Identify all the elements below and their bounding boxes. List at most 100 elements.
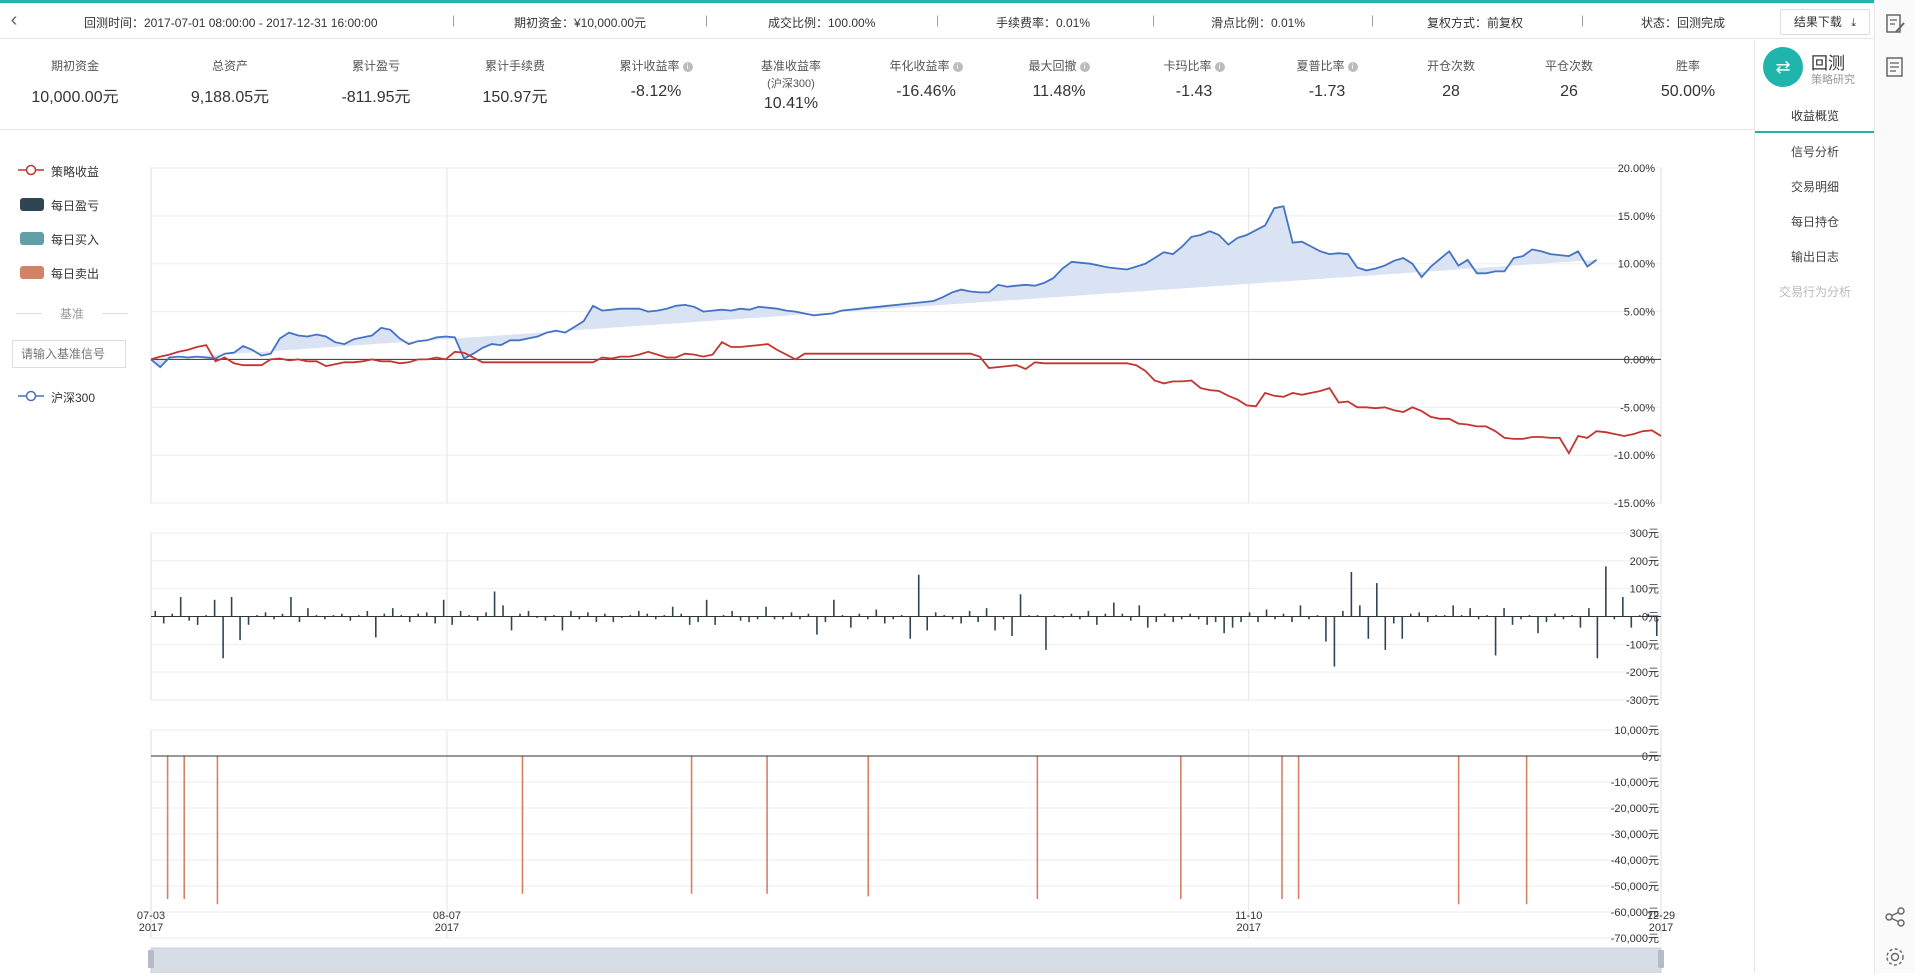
stat-label-text: 总资产 bbox=[211, 59, 248, 73]
nav-return-overview[interactable]: 收益概览 bbox=[1755, 99, 1875, 133]
info-icon[interactable]: i bbox=[1214, 62, 1225, 72]
stat-label-text: 累计盈亏 bbox=[351, 59, 400, 73]
edit-icon[interactable] bbox=[1883, 12, 1907, 36]
share-icon[interactable] bbox=[1883, 905, 1907, 929]
stat-card: 平仓次数 26 bbox=[1504, 40, 1634, 101]
charts-area: 20.00% 15.00% 10.00% 5.00% 0.00% -5.00% -10.00… bbox=[0, 130, 1754, 974]
divider: | bbox=[1152, 13, 1156, 27]
stat-value: -1.73 bbox=[1308, 83, 1346, 100]
y-tick-label: -20,000元 bbox=[1611, 803, 1659, 815]
y-tick-label: -10,000元 bbox=[1611, 777, 1659, 789]
document-icon[interactable] bbox=[1883, 55, 1907, 79]
stat-label-text: 累计手续费 bbox=[484, 59, 545, 73]
stat-card: 累计盈亏 -811.95元 bbox=[311, 40, 441, 107]
info-icon[interactable]: i bbox=[1347, 62, 1358, 72]
stat-label-text: 累计收益率 bbox=[619, 59, 680, 73]
y-tick-label: 0.00% bbox=[1624, 354, 1655, 366]
stat-label: 累计盈亏 bbox=[311, 57, 441, 73]
backtest-charts: 20.00% 15.00% 10.00% 5.00% 0.00% -5.00% -10.00… bbox=[137, 163, 1675, 974]
stat-label: 夏普比率 i bbox=[1262, 57, 1392, 73]
backtest-status: 状态：回测完成 bbox=[1641, 16, 1726, 30]
backtest-period: 回测时间：2017-07-01 08:00:00 - 2017-12-31 16… bbox=[84, 16, 378, 30]
stat-value: -16.46% bbox=[896, 83, 956, 100]
y-tick-label: 10.00% bbox=[1618, 259, 1656, 271]
stats-summary: 期初资金 10,000.00元 总资产 9,188.05元 累计盈亏 -811.95元 累计… bbox=[0, 40, 1754, 130]
nav-signal-analysis[interactable]: 信号分析 bbox=[1755, 135, 1875, 169]
info-icon[interactable]: i bbox=[682, 62, 693, 72]
stat-card: 夏普比率 i -1.73 bbox=[1262, 40, 1392, 101]
y-tick-label: -40,000元 bbox=[1611, 855, 1659, 867]
x-tick-label: 2017 bbox=[1237, 922, 1261, 934]
stat-value: -1.43 bbox=[1175, 83, 1213, 100]
stat-label-text: 平仓次数 bbox=[1544, 59, 1593, 73]
stat-value: -811.95元 bbox=[341, 89, 411, 106]
backtest-logo-icon: ⇄ bbox=[1763, 47, 1803, 87]
stat-value: 11.48% bbox=[1032, 83, 1086, 100]
divider: | bbox=[1371, 13, 1375, 27]
x-tick-label: 2017 bbox=[139, 922, 163, 934]
y-tick-label: -300元 bbox=[1626, 695, 1659, 707]
stat-label: 卡玛比率 i bbox=[1129, 57, 1259, 73]
settings-icon[interactable] bbox=[1883, 945, 1907, 969]
x-tick-label: 12-29 bbox=[1647, 910, 1675, 922]
fee-rate: 手续费率：0.01% bbox=[996, 16, 1091, 30]
far-right-toolbar bbox=[1874, 0, 1915, 973]
zoom-handle-right bbox=[1658, 950, 1664, 968]
stat-label-text: 年化收益率 bbox=[889, 59, 950, 73]
y-tick-label: -50,000元 bbox=[1611, 881, 1659, 893]
y-tick-label: 300元 bbox=[1630, 528, 1659, 540]
stat-label: 基准收益率 bbox=[726, 57, 856, 73]
stat-card: 总资产 9,188.05元 bbox=[165, 40, 295, 107]
stat-label: 累计收益率 i bbox=[591, 57, 721, 73]
stat-value: 28 bbox=[1442, 83, 1460, 100]
y-tick-label: -15.00% bbox=[1614, 498, 1655, 510]
initial-capital: 期初资金：¥10,000.00元 bbox=[514, 16, 647, 30]
stat-value: 10.41% bbox=[763, 95, 819, 112]
stat-label-text: 基准收益率 bbox=[760, 59, 821, 73]
nav-output-log[interactable]: 输出日志 bbox=[1755, 240, 1875, 274]
stat-value: -8.12% bbox=[630, 83, 682, 100]
y-tick-label: 200元 bbox=[1630, 556, 1659, 568]
backtest-logo: ⇄ 回测 策略研究 bbox=[1763, 47, 1873, 91]
stat-value: 150.97元 bbox=[482, 89, 548, 106]
divider: | bbox=[936, 13, 940, 27]
info-icon[interactable]: i bbox=[1079, 62, 1090, 72]
stat-label: 最大回撤 i bbox=[994, 57, 1124, 73]
y-tick-label: 10,000元 bbox=[1614, 725, 1659, 737]
logo-subtitle: 策略研究 bbox=[1811, 74, 1855, 86]
nav-trade-details[interactable]: 交易明细 bbox=[1755, 170, 1875, 204]
stat-label-text: 卡玛比率 bbox=[1163, 59, 1212, 73]
download-label: 结果下载 bbox=[1793, 15, 1842, 29]
stat-value: 50.00% bbox=[1660, 83, 1716, 100]
y-tick-label: 15.00% bbox=[1618, 211, 1656, 223]
download-results-button[interactable]: 结果下载 ⤓ bbox=[1780, 9, 1870, 35]
stat-card: 年化收益率 i -16.46% bbox=[861, 40, 991, 101]
stat-label: 平仓次数 bbox=[1504, 57, 1634, 73]
y-tick-label: -30,000元 bbox=[1611, 829, 1659, 841]
y-tick-label: 100元 bbox=[1630, 584, 1659, 596]
zoom-handle-left bbox=[148, 950, 154, 968]
stat-card: 期初资金 10,000.00元 bbox=[10, 40, 140, 107]
stat-label: 年化收益率 i bbox=[861, 57, 991, 73]
y-tick-label: 5.00% bbox=[1624, 307, 1655, 319]
stat-card: 累计收益率 i -8.12% bbox=[591, 40, 721, 101]
info-icon[interactable]: i bbox=[952, 62, 963, 72]
stat-label: 总资产 bbox=[165, 57, 295, 73]
divider: | bbox=[452, 13, 456, 27]
stat-label: 期初资金 bbox=[10, 57, 140, 73]
stat-label: 开仓次数 bbox=[1386, 57, 1516, 73]
x-tick-label: 07-03 bbox=[137, 910, 165, 922]
y-tick-label: -10.00% bbox=[1614, 450, 1655, 462]
x-tick-label: 11-10 bbox=[1235, 910, 1262, 922]
chevron-left-icon[interactable]: ‹ bbox=[4, 9, 24, 33]
stat-label-text: 期初资金 bbox=[50, 59, 99, 73]
stat-label-text: 夏普比率 bbox=[1296, 59, 1345, 73]
download-icon: ⤓ bbox=[1851, 17, 1857, 29]
stat-sublabel: (沪深300) bbox=[767, 78, 815, 90]
stat-card: 基准收益率 (沪深300) 10.41% bbox=[726, 40, 856, 113]
stat-value: 26 bbox=[1560, 83, 1578, 100]
stat-card: 胜率 50.00% bbox=[1623, 40, 1753, 101]
y-tick-label: -100元 bbox=[1626, 639, 1659, 651]
y-tick-label: 0元 bbox=[1642, 751, 1659, 763]
nav-daily-positions[interactable]: 每日持仓 bbox=[1755, 205, 1875, 239]
